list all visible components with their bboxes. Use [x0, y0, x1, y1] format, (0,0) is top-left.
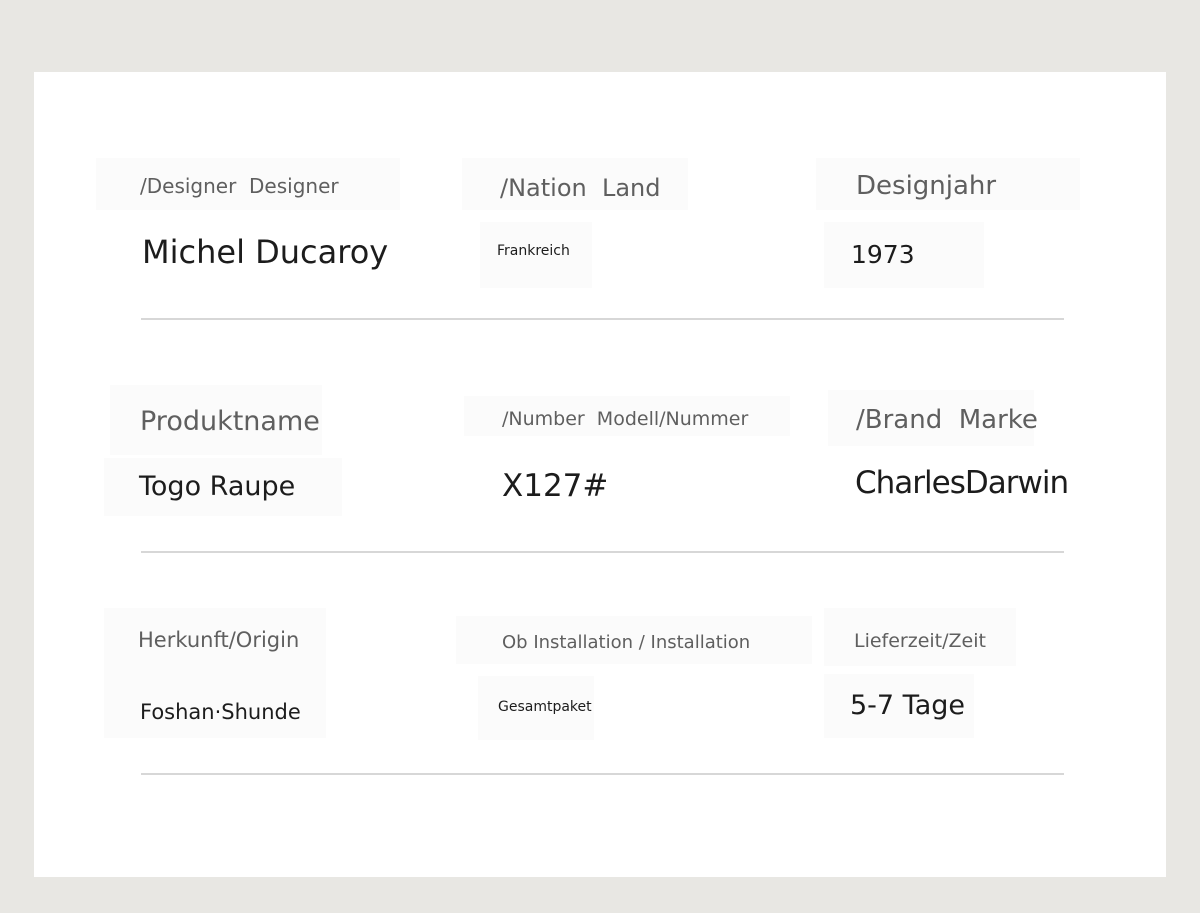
- row-divider: [141, 551, 1064, 553]
- delivery-time-label: Lieferzeit/Zeit: [854, 630, 986, 652]
- delivery-time-value: 5-7 Tage: [850, 690, 966, 721]
- design-year-label: Designjahr: [856, 171, 997, 201]
- row-divider: [141, 318, 1064, 320]
- design-year-value: 1973: [851, 240, 915, 269]
- brand-value: CharlesDarwin: [855, 465, 1069, 501]
- nation-label: /Nation Land: [500, 174, 661, 202]
- model-number-label: /Number Modell/Nummer: [502, 408, 749, 430]
- product-name-value: Togo Raupe: [139, 471, 296, 502]
- product-name-label: Produktname: [140, 406, 320, 437]
- model-number-value: X127#: [502, 468, 609, 504]
- spec-card: /Designer Designer Michel Ducaroy /Natio…: [34, 72, 1166, 877]
- origin-label: Herkunft/Origin: [138, 628, 300, 652]
- installation-value: Gesamtpaket: [498, 699, 592, 715]
- designer-label: /Designer Designer: [140, 174, 339, 198]
- designer-value: Michel Ducaroy: [142, 233, 389, 271]
- row-divider: [141, 773, 1064, 775]
- nation-value: Frankreich: [497, 243, 570, 259]
- installation-label: Ob Installation / Installation: [502, 632, 751, 653]
- brand-label: /Brand Marke: [856, 405, 1038, 435]
- origin-value: Foshan·Shunde: [140, 700, 301, 724]
